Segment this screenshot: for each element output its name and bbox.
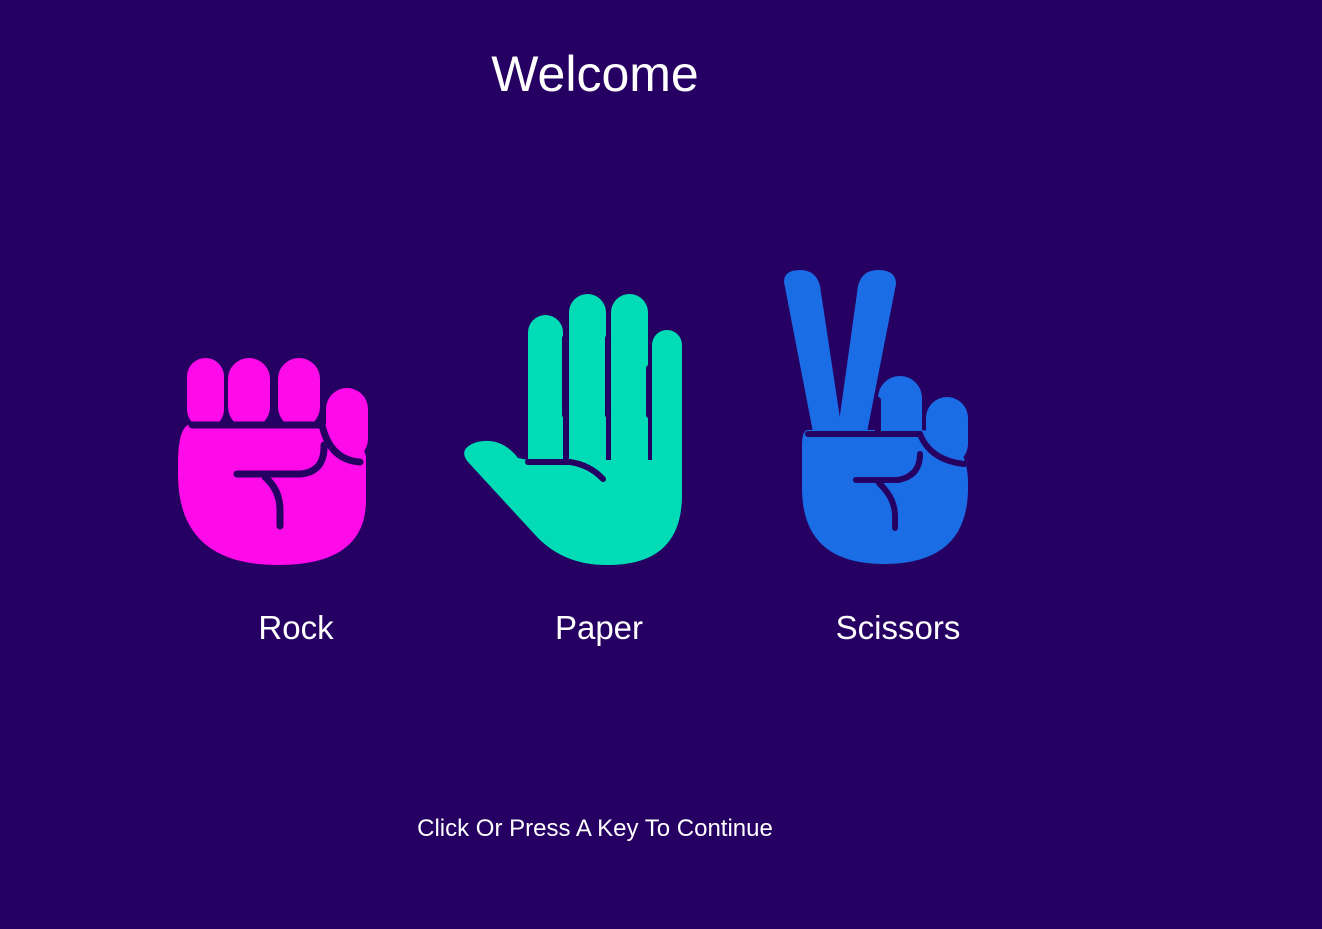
scissors-label: Scissors — [835, 609, 961, 646]
peace-hand-icon — [784, 270, 968, 564]
game-screen[interactable]: Welcome Rock Paper Scissors Click Or Pre… — [0, 0, 1322, 929]
welcome-title: Welcome — [491, 46, 699, 102]
scissors-choice[interactable]: Scissors — [780, 268, 1020, 660]
paper-choice[interactable]: Paper — [460, 290, 740, 660]
fist-icon — [178, 358, 368, 565]
rock-choice[interactable]: Rock — [170, 350, 420, 660]
rock-label: Rock — [258, 609, 334, 646]
paper-label: Paper — [554, 609, 644, 646]
continue-prompt: Click Or Press A Key To Continue — [417, 815, 773, 842]
open-hand-icon — [464, 294, 682, 565]
